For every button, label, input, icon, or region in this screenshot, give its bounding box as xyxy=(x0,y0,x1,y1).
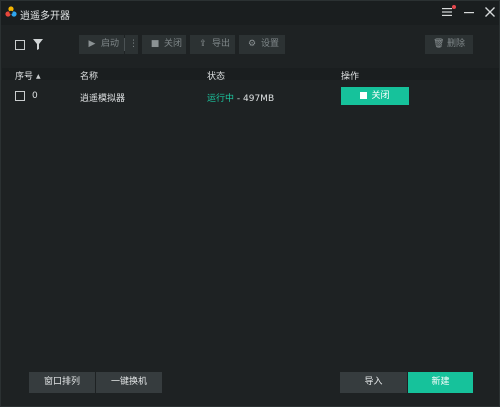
status-running-text: 运行中 xyxy=(207,94,235,104)
start-label: 启动 xyxy=(101,39,120,49)
column-seq-label: 序号 xyxy=(15,72,34,82)
row-name: 逍遥模拟器 xyxy=(80,94,126,104)
delete-button[interactable]: 🗑 删除 xyxy=(425,35,473,54)
column-header-status: 状态 xyxy=(207,72,226,82)
toolbar: ▶ 启动 ⋮ ■ 关闭 ⇪ 导出 ⚙ 设置 🗑 删除 xyxy=(1,29,499,61)
trash-icon: 🗑 xyxy=(433,39,445,49)
import-button[interactable]: 导入 xyxy=(340,372,407,393)
close-instance-button[interactable]: 关闭 xyxy=(341,87,409,105)
close-window-button[interactable] xyxy=(481,4,499,20)
row-checkbox[interactable] xyxy=(15,91,25,101)
play-icon: ▶ xyxy=(88,39,96,49)
minimize-button[interactable] xyxy=(460,4,478,20)
one-click-switch-button[interactable]: 一键换机 xyxy=(96,372,162,393)
settings-button[interactable]: ⚙ 设置 xyxy=(239,35,285,54)
more-dots-icon: ⋮ xyxy=(129,39,138,49)
minimize-icon xyxy=(464,12,474,14)
stop-icon: ■ xyxy=(150,39,160,49)
column-header-action: 操作 xyxy=(341,72,360,82)
settings-label: 设置 xyxy=(261,39,280,49)
app-window: 逍遥多开器 ▶ 启动 ⋮ ■ 关闭 ⇪ 导出 ⚙ 设置 🗑 删除 序号 ▲ 名称… xyxy=(0,0,500,407)
gear-icon: ⚙ xyxy=(247,39,257,49)
column-header-seq[interactable]: 序号 ▲ xyxy=(15,69,41,82)
filter-icon[interactable] xyxy=(33,39,43,50)
row-status: 运行中 - 497MB xyxy=(207,91,274,104)
close-instance-label: 关闭 xyxy=(371,91,390,101)
start-button[interactable]: ▶ 启动 xyxy=(79,35,124,54)
table-row[interactable]: 0 逍遥模拟器 运行中 - 497MB 关闭 xyxy=(2,85,499,107)
sort-ascending-icon: ▲ xyxy=(36,73,41,80)
more-options-button[interactable]: ⋮ xyxy=(125,35,138,54)
stop-icon xyxy=(360,92,368,99)
notification-dot xyxy=(452,5,456,9)
memory-usage: 497MB xyxy=(243,94,275,104)
app-logo-icon xyxy=(5,6,17,17)
app-title: 逍遥多开器 xyxy=(20,11,70,22)
export-button[interactable]: ⇪ 导出 xyxy=(190,35,235,54)
delete-label: 删除 xyxy=(447,39,466,49)
stop-label: 关闭 xyxy=(164,39,183,49)
export-icon: ⇪ xyxy=(199,39,207,49)
export-label: 导出 xyxy=(212,39,231,49)
stop-button[interactable]: ■ 关闭 xyxy=(142,35,186,54)
close-icon xyxy=(485,7,495,17)
column-header-name: 名称 xyxy=(80,72,99,82)
new-instance-button[interactable]: 新建 xyxy=(408,372,473,393)
select-all-checkbox[interactable] xyxy=(15,40,25,50)
table-header: 序号 ▲ 名称 状态 操作 xyxy=(2,68,499,82)
menu-icon xyxy=(442,8,452,16)
row-seq: 0 xyxy=(32,91,38,101)
title-bar[interactable]: 逍遥多开器 xyxy=(1,1,499,25)
status-separator: - xyxy=(234,94,243,104)
arrange-windows-button[interactable]: 窗口排列 xyxy=(29,372,95,393)
